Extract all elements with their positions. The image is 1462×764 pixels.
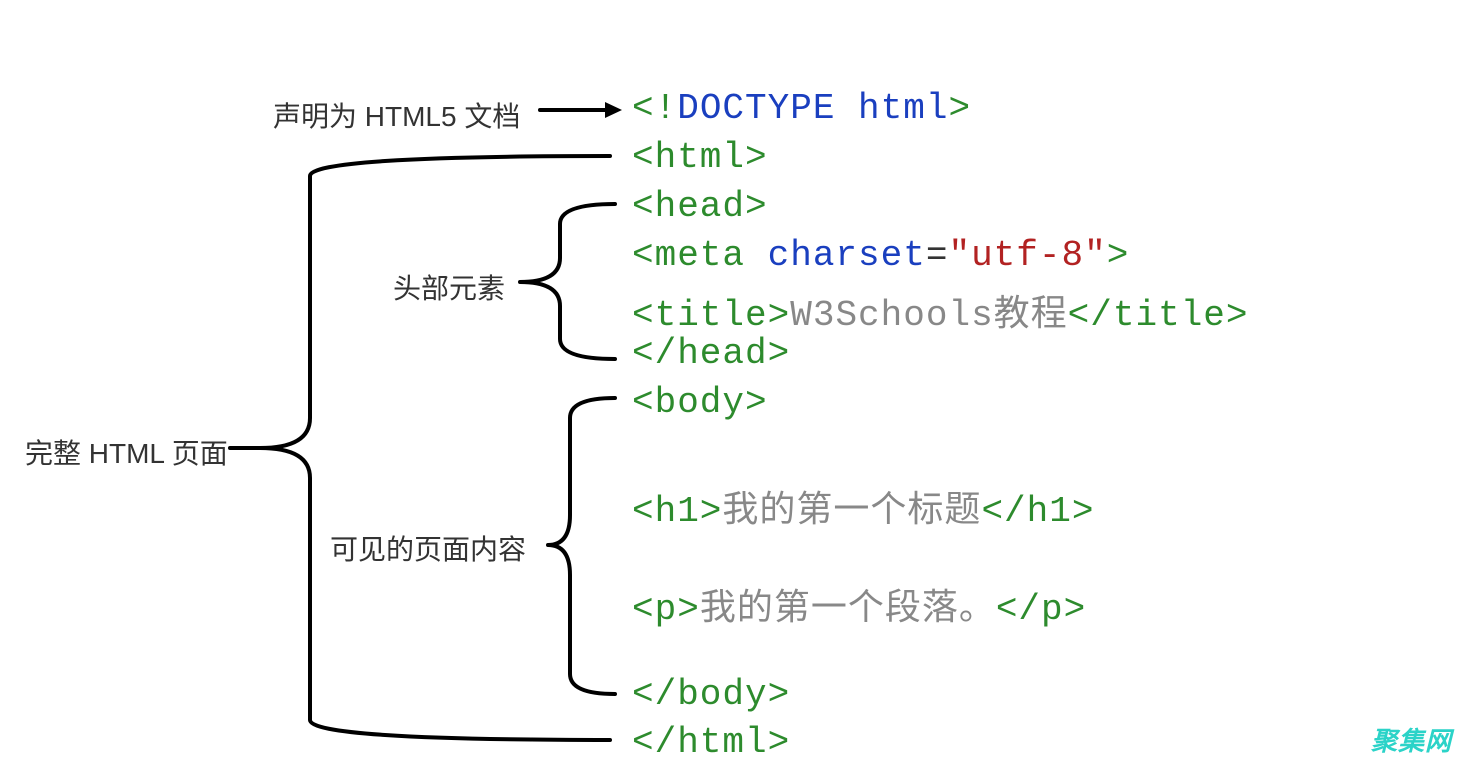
val-charset: "utf-8" [948, 235, 1106, 276]
tag-p-open: <p> [632, 589, 700, 630]
doctype-close: > [948, 88, 971, 129]
tag-body-close: </body> [632, 674, 790, 715]
code-head-close: </head> [632, 333, 790, 374]
attr-charset: charset [768, 235, 926, 276]
label-head: 头部元素 [393, 267, 505, 307]
tag-meta-close: > [1107, 235, 1130, 276]
code-head-open: <head> [632, 186, 768, 227]
tag-head-open: <head> [632, 186, 768, 227]
doctype-word: DOCTYPE html [677, 88, 948, 129]
code-body-open: <body> [632, 382, 768, 423]
watermark-text: 聚集网 [1371, 726, 1452, 756]
p-text: 我的第一个段落。 [700, 589, 996, 630]
code-h1: <h1>我的第一个标题</h1> [632, 480, 1094, 532]
title-text: W3Schools教程 [790, 295, 1067, 336]
brace-head [520, 204, 615, 359]
code-html-close: </html> [632, 722, 790, 763]
label-full-page: 完整 HTML 页面 [25, 432, 228, 472]
label-body: 可见的页面内容 [330, 528, 526, 568]
code-title: <title>W3Schools教程</title> [632, 284, 1249, 336]
tag-html-close: </html> [632, 722, 790, 763]
tag-body-open: <body> [632, 382, 768, 423]
tag-title-close: </title> [1068, 295, 1249, 336]
tag-p-close: </p> [996, 589, 1086, 630]
brace-body [548, 398, 615, 694]
tag-h1-open: <h1> [632, 491, 722, 532]
tag-h1-close: </h1> [981, 491, 1094, 532]
brace-full-page [260, 156, 610, 740]
doctype-open: <! [632, 88, 677, 129]
code-meta: <meta charset="utf-8"> [632, 235, 1129, 276]
code-body-close: </body> [632, 674, 790, 715]
tag-html-open: <html> [632, 137, 768, 178]
tag-meta-open: <meta [632, 235, 768, 276]
tag-head-close: </head> [632, 333, 790, 374]
h1-text: 我的第一个标题 [722, 491, 981, 532]
code-doctype: <!DOCTYPE html> [632, 88, 971, 129]
label-doctype: 声明为 HTML5 文档 [273, 95, 520, 135]
eq-charset: = [926, 235, 949, 276]
arrow-doctype-head [605, 102, 622, 118]
code-p: <p>我的第一个段落。</p> [632, 578, 1086, 630]
tag-title-open: <title> [632, 295, 790, 336]
watermark: 聚集网 [1371, 721, 1452, 758]
code-html-open: <html> [632, 137, 768, 178]
